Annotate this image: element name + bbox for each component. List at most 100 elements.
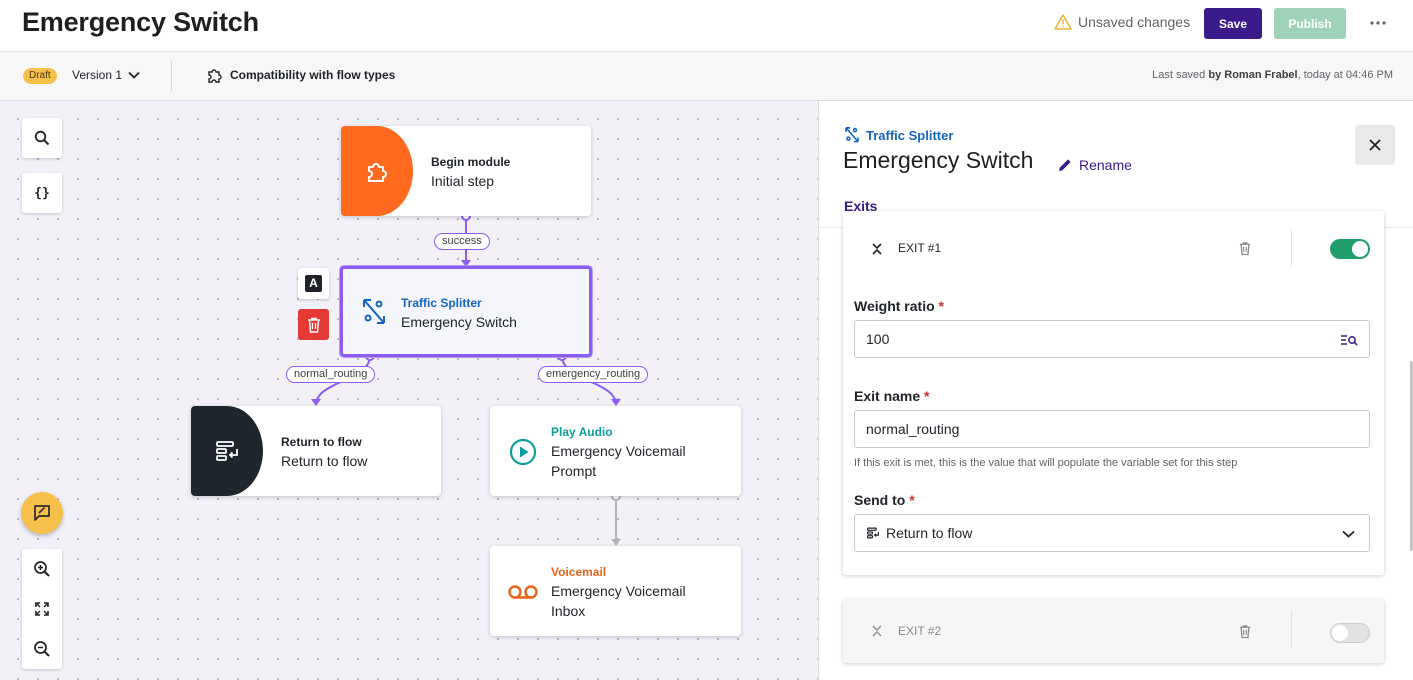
trash-icon[interactable] — [1239, 241, 1251, 256]
search-icon — [34, 130, 50, 146]
exit-2-toggle[interactable] — [1330, 623, 1370, 643]
node-play-audio[interactable]: Play Audio Emergency Voicemail Prompt — [490, 406, 741, 496]
zoom-in-icon — [34, 561, 50, 577]
more-horizontal-icon — [1370, 21, 1386, 25]
edge-label-success[interactable]: success — [434, 233, 490, 250]
exit-label: EXIT #2 — [898, 624, 942, 638]
last-saved-time: , today at 04:46 PM — [1297, 69, 1393, 81]
feedback-button[interactable] — [21, 492, 63, 534]
last-saved-info: Last saved by Roman Frabel, today at 04:… — [1152, 69, 1393, 81]
return-to-flow-icon — [867, 527, 879, 539]
node-voicemail[interactable]: Voicemail Emergency Voicemail Inbox — [490, 546, 741, 636]
search-canvas-button[interactable] — [22, 118, 62, 158]
compatibility-button[interactable]: Compatibility with flow types — [206, 67, 395, 83]
publish-button[interactable]: Publish — [1274, 8, 1346, 39]
rename-node-button[interactable]: A — [298, 268, 329, 299]
trash-icon[interactable] — [1239, 624, 1251, 639]
page-title: Emergency Switch — [22, 7, 259, 37]
node-name-line-1: Emergency Voicemail — [551, 443, 686, 459]
divider — [1291, 229, 1292, 267]
trash-icon — [307, 317, 320, 333]
last-saved-user: by Roman Frabel — [1208, 69, 1298, 81]
arrow-head — [611, 399, 621, 406]
weight-ratio-input[interactable]: 100 — [854, 320, 1370, 358]
weight-ratio-label-text: Weight ratio — [854, 298, 935, 314]
puzzle-icon — [208, 69, 222, 83]
exit-name-label: Exit name * — [854, 388, 929, 404]
edge-label-normal-routing[interactable]: normal_routing — [286, 366, 376, 383]
arrow-head — [611, 539, 621, 546]
rename-button[interactable]: Rename — [1057, 157, 1132, 173]
toggle-knob — [1332, 625, 1348, 641]
delete-node-button[interactable] — [298, 309, 329, 340]
node-traffic-splitter[interactable]: Traffic Splitter Emergency Switch — [340, 266, 592, 357]
traffic-splitter-icon — [845, 127, 859, 143]
exit-label: EXIT #1 — [898, 241, 942, 255]
send-to-label-text: Send to — [854, 492, 906, 508]
last-saved-prefix: Last saved — [1152, 69, 1209, 81]
pencil-icon — [1059, 159, 1071, 171]
text-format-icon: A — [305, 275, 322, 292]
node-type-label: Play Audio — [551, 425, 613, 439]
panel-node-type: Traffic Splitter — [844, 126, 953, 144]
close-panel-button[interactable] — [1355, 125, 1395, 165]
feedback-icon — [34, 505, 50, 521]
zoom-controls — [22, 549, 62, 669]
close-icon — [1369, 139, 1381, 151]
panel-node-type-label: Traffic Splitter — [866, 127, 954, 143]
more-options-button[interactable] — [1366, 12, 1390, 34]
required-mark: * — [924, 388, 930, 404]
node-type-label: Traffic Splitter — [401, 296, 482, 310]
edge-label-emergency-routing[interactable]: emergency_routing — [538, 366, 649, 383]
expand-icon[interactable] — [871, 624, 883, 638]
exit-name-value: normal_routing — [866, 421, 960, 437]
rename-label: Rename — [1079, 157, 1132, 173]
required-mark: * — [938, 298, 944, 314]
toggle-knob — [1352, 241, 1368, 257]
node-begin-module[interactable]: Begin module Initial step — [341, 126, 591, 216]
node-icon-area — [341, 126, 413, 216]
zoom-out-icon — [34, 641, 50, 657]
variable-lookup-icon[interactable] — [1340, 334, 1358, 346]
exit-card-2: EXIT #2 — [843, 599, 1384, 663]
node-name: Return to flow — [281, 453, 368, 469]
weight-ratio-value: 100 — [866, 331, 890, 347]
node-type-label: Voicemail — [551, 565, 607, 579]
node-return-to-flow[interactable]: Return to flow Return to flow — [191, 406, 441, 496]
node-name-line-2: Prompt — [551, 463, 597, 479]
node-icon-area — [191, 406, 263, 496]
collapse-icon[interactable] — [871, 242, 883, 256]
node-name: Emergency Switch — [401, 314, 517, 330]
compatibility-label: Compatibility with flow types — [230, 68, 396, 82]
exit-1-toggle[interactable] — [1330, 239, 1370, 259]
fit-screen-icon — [35, 602, 49, 616]
unsaved-changes-indicator: Unsaved changes — [1054, 14, 1190, 30]
arrow-head — [311, 399, 321, 406]
chevron-down-icon — [128, 71, 140, 79]
chevron-down-icon — [1342, 530, 1355, 538]
exit-name-input[interactable]: normal_routing — [854, 410, 1370, 448]
status-badge: Draft — [23, 68, 57, 84]
flow-info-bar: Draft Version 1 Compatibility with flow … — [0, 52, 1413, 101]
send-to-label: Send to * — [854, 492, 915, 508]
weight-ratio-label: Weight ratio * — [854, 298, 944, 314]
node-type-label: Begin module — [431, 155, 511, 169]
panel-title: Emergency Switch — [843, 147, 1034, 173]
save-button[interactable]: Save — [1204, 8, 1262, 39]
version-label: Version 1 — [72, 68, 123, 82]
node-name-line-2: Inbox — [551, 603, 586, 619]
send-to-value: Return to flow — [886, 525, 973, 541]
node-name: Initial step — [431, 173, 495, 189]
zoom-in-button[interactable] — [22, 549, 62, 589]
variables-button[interactable]: {} — [22, 173, 62, 213]
send-to-select[interactable]: Return to flow — [854, 514, 1370, 552]
fit-to-screen-button[interactable] — [22, 589, 62, 629]
required-mark: * — [909, 492, 915, 508]
play-circle-icon — [509, 438, 537, 466]
zoom-out-button[interactable] — [22, 629, 62, 669]
flow-canvas[interactable]: success normal_routing emergency_routing… — [0, 101, 818, 680]
traffic-splitter-icon — [363, 299, 385, 324]
node-type-label: Return to flow — [281, 435, 362, 449]
version-dropdown[interactable]: Version 1 — [72, 68, 140, 82]
return-to-flow-icon — [216, 441, 238, 461]
